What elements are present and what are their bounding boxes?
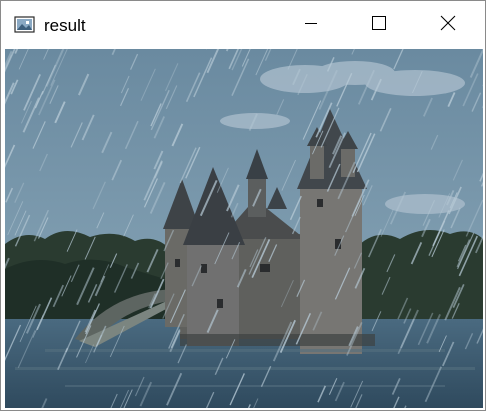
close-icon	[440, 15, 456, 36]
minimize-button[interactable]	[288, 1, 334, 49]
close-button[interactable]	[425, 1, 471, 49]
minimize-icon	[303, 15, 319, 36]
maximize-button[interactable]	[356, 1, 402, 49]
image-window-icon	[14, 15, 36, 35]
rain-filtered-castle-image	[5, 49, 483, 408]
title-bar[interactable]: result	[1, 1, 485, 49]
maximize-icon	[371, 15, 387, 36]
result-window: result	[0, 0, 486, 411]
window-title: result	[44, 16, 86, 35]
image-canvas	[5, 49, 483, 408]
